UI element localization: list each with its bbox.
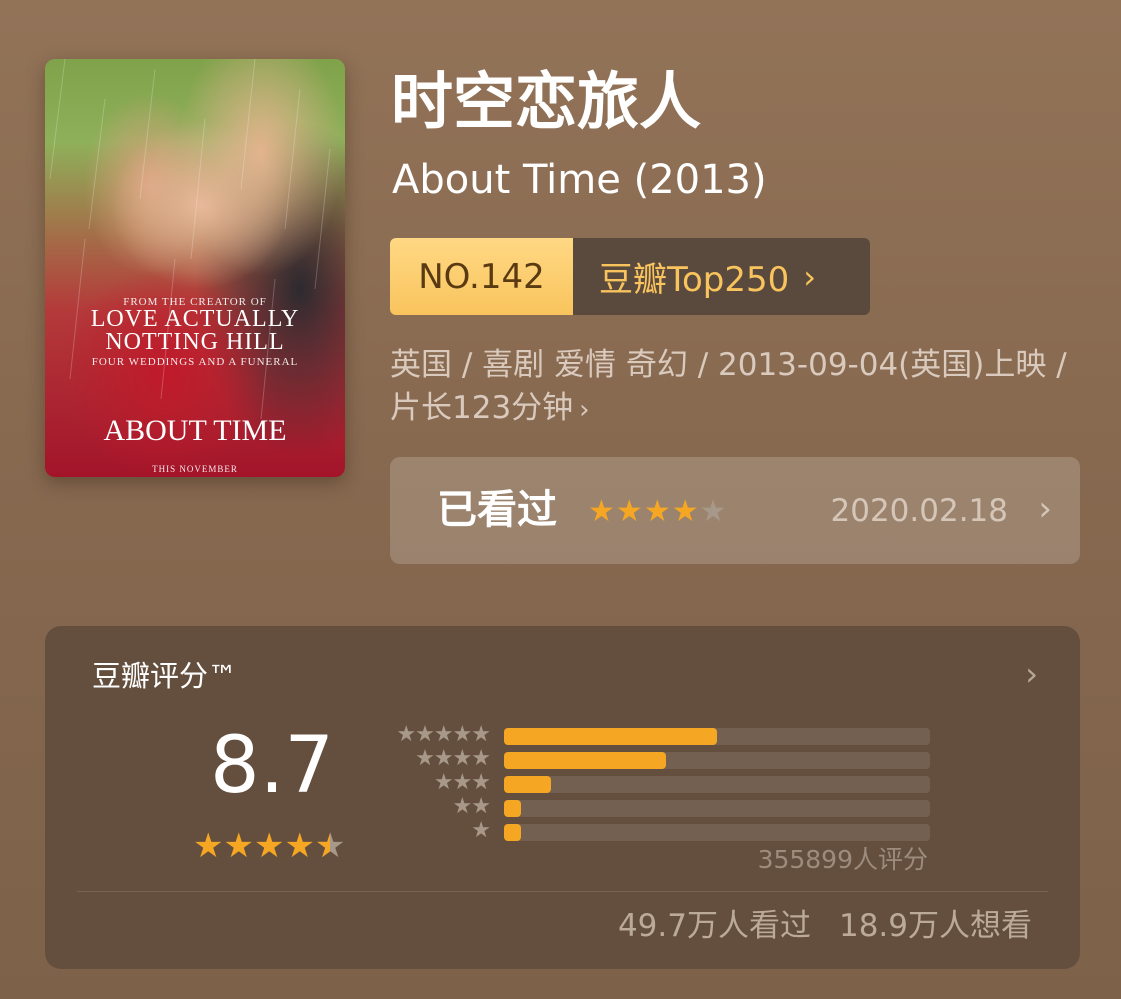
star-icon: ★ bbox=[643, 494, 672, 529]
distribution-bar bbox=[504, 800, 521, 817]
poster-line2: NOTTING HILL bbox=[105, 329, 285, 355]
movie-detail-page: FROM THE CREATOR OF LOVE ACTUALLY NOTTIN… bbox=[0, 0, 1121, 999]
distribution-track bbox=[504, 800, 930, 817]
star-icon: ★ bbox=[588, 494, 616, 529]
distribution-bar bbox=[504, 824, 521, 841]
poster-line3: FOUR WEDDINGS AND A FUNERAL bbox=[91, 356, 299, 368]
divider bbox=[77, 891, 1048, 892]
want-count[interactable]: 18.9万人想看 bbox=[839, 908, 1032, 944]
distribution-track bbox=[504, 824, 930, 841]
distribution-row: ★★★ bbox=[45, 770, 1080, 796]
movie-poster[interactable]: FROM THE CREATOR OF LOVE ACTUALLY NOTTIN… bbox=[45, 59, 345, 477]
chevron-right-icon: › bbox=[1038, 489, 1052, 529]
movie-meta-text: 英国 / 喜剧 爱情 奇幻 / 2013-09-04(英国)上映 / 片长123… bbox=[390, 347, 1067, 426]
distribution-track bbox=[504, 776, 930, 793]
seen-status-label: 已看过 bbox=[437, 487, 557, 533]
distribution-bar bbox=[504, 752, 666, 769]
movie-title-cn: 时空恋旅人 bbox=[391, 65, 702, 138]
distribution-stars-icon: ★ bbox=[471, 818, 491, 843]
distribution-row: ★★★★ bbox=[45, 746, 1080, 772]
rank-list-link[interactable]: 豆瓣Top250 › bbox=[573, 238, 870, 315]
my-rating-card[interactable]: 已看过 ★★★★★ 2020.02.18 › bbox=[390, 457, 1080, 564]
distribution-track bbox=[504, 728, 930, 745]
rank-number: NO.142 bbox=[390, 238, 573, 315]
watched-count[interactable]: 49.7万人看过 bbox=[618, 908, 811, 944]
rating-count: 355899人评分 bbox=[757, 845, 928, 874]
user-rating-stars: ★★★★★ bbox=[588, 494, 728, 530]
douban-rating-card[interactable]: 豆瓣评分™ › 8.7 ★★★★★ ★★★★★★★★★★★★★★★ 355899… bbox=[45, 626, 1080, 969]
poster-title: ABOUT TIME bbox=[103, 414, 287, 447]
watch-stats: 49.7万人看过 18.9万人想看 bbox=[618, 906, 1032, 946]
poster-line1: LOVE ACTUALLY bbox=[90, 306, 300, 332]
star-icon: ★ bbox=[699, 494, 728, 529]
rating-title: 豆瓣评分™ bbox=[92, 659, 238, 693]
star-icon: ★ bbox=[671, 494, 700, 529]
distribution-row: ★★★★★ bbox=[45, 722, 1080, 748]
movie-title-en: About Time (2013) bbox=[392, 157, 767, 203]
distribution-bar bbox=[504, 776, 551, 793]
chevron-right-icon: › bbox=[803, 257, 817, 296]
chevron-right-icon[interactable]: › bbox=[1025, 654, 1038, 694]
movie-meta[interactable]: 英国 / 喜剧 爱情 奇幻 / 2013-09-04(英国)上映 / 片长123… bbox=[390, 344, 1080, 432]
distribution-bar bbox=[504, 728, 717, 745]
star-icon: ★ bbox=[615, 494, 644, 529]
distribution-row: ★★ bbox=[45, 794, 1080, 820]
poster-date: THIS NOVEMBER bbox=[152, 464, 238, 474]
top250-ranking-badge[interactable]: NO.142 豆瓣Top250 › bbox=[390, 238, 870, 315]
distribution-track bbox=[504, 752, 930, 769]
distribution-row: ★ bbox=[45, 818, 1080, 844]
rank-list-label: 豆瓣Top250 bbox=[599, 260, 790, 300]
seen-date: 2020.02.18 bbox=[830, 493, 1009, 529]
chevron-right-icon: › bbox=[579, 395, 590, 425]
